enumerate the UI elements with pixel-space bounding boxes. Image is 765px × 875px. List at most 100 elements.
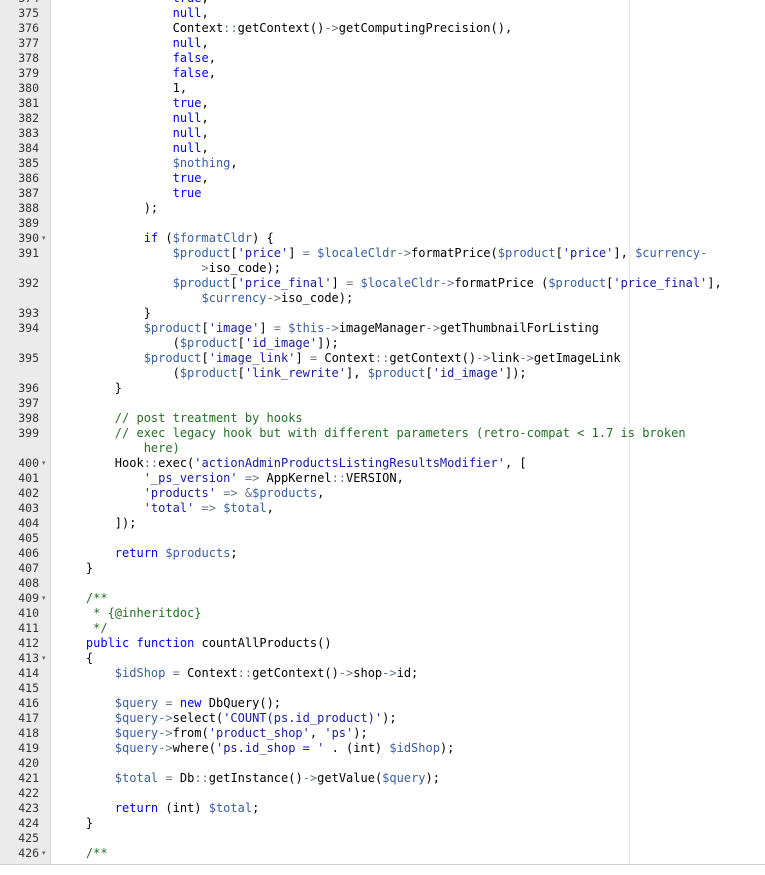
line-number: 375 [18,6,39,20]
code-line[interactable]: 401 '_ps_version' => AppKernel::VERSION, [0,471,765,486]
line-number: 408 [18,576,39,590]
fold-toggle-icon[interactable]: ▾ [42,591,46,606]
code-text: } [57,561,94,575]
line-number: 425 [18,831,39,845]
line-number: 415 [18,681,39,695]
code-line[interactable]: 420 ​ [0,756,765,771]
code-line[interactable]: 379 false, [0,66,765,81]
code-line[interactable]: 409 ▾ /** [0,591,765,606]
code-line[interactable]: 408 ​ [0,576,765,591]
code-line[interactable]: 398 // post treatment by hooks [0,411,765,426]
code-text: /** [57,846,108,860]
horizontal-scrollbar[interactable] [0,864,765,865]
code-text: 1, [57,81,188,95]
code-line[interactable]: 399 // exec legacy hook but with differe… [0,426,765,456]
code-line[interactable]: 380 1, [0,81,765,96]
code-line[interactable]: 387 true [0,186,765,201]
fold-toggle-icon[interactable]: ▾ [42,456,46,471]
code-line[interactable]: 416 $query = new DbQuery(); [0,696,765,711]
code-line[interactable]: 410 * {@inheritdoc} [0,606,765,621]
code-line[interactable]: 412 public function countAllProducts() [0,636,765,651]
code-line[interactable]: 383 null, [0,126,765,141]
code-line[interactable]: 392 $product['price_final'] = $localeCld… [0,276,765,306]
code-line[interactable]: 402 'products' => &$products, [0,486,765,501]
code-line[interactable]: 395 $product['image_link'] = Context::ge… [0,351,765,381]
code-line[interactable]: 396 } [0,381,765,396]
code-line[interactable]: 376 Context::getContext()->getComputingP… [0,21,765,36]
code-line[interactable]: 414 $idShop = Context::getContext()->sho… [0,666,765,681]
code-line[interactable]: 405 ​ [0,531,765,546]
code-line[interactable]: 389 ​ [0,216,765,231]
code-editor[interactable]: 374 true,375 null,376 Context::getContex… [0,0,765,865]
code-line[interactable]: 388 ); [0,201,765,216]
code-text: $product['image'] = $this->imageManager-… [143,321,607,350]
line-number: 409 [18,591,39,605]
code-line[interactable]: 406 return $products; [0,546,765,561]
line-number: 402 [18,486,39,500]
code-line[interactable]: 386 true, [0,171,765,186]
code-text: false, [172,66,216,80]
code-line[interactable]: 407 } [0,561,765,576]
code-line[interactable]: 421 $total = Db::getInstance()->getValue… [0,771,765,786]
code-text: $product['image_link'] = Context::getCon… [143,351,628,380]
line-number: 387 [18,186,39,200]
code-text: ​ [57,576,656,591]
line-number: 386 [18,171,39,185]
code-line[interactable]: 377 null, [0,36,765,51]
code-line[interactable]: 411 */ [0,621,765,636]
code-lines[interactable]: 374 true,375 null,376 Context::getContex… [0,0,765,861]
line-number: 418 [18,726,39,740]
code-text: $query = new DbQuery(); [114,696,282,710]
code-line[interactable]: 381 true, [0,96,765,111]
code-text: 'products' => &$products, [143,486,325,500]
code-line[interactable]: 391 $product['price'] = $localeCldr->for… [0,246,765,276]
code-text: $nothing, [172,156,238,170]
code-line[interactable]: 418 $query->from('product_shop', 'ps'); [0,726,765,741]
code-line[interactable]: 422 ​ [0,786,765,801]
code-line[interactable]: 378 false, [0,51,765,66]
code-line[interactable]: 385 $nothing, [0,156,765,171]
code-text: ]); [57,516,137,530]
fold-toggle-icon[interactable]: ▾ [42,231,46,246]
line-number: 410 [18,606,39,620]
code-line[interactable]: 394 $product['image'] = $this->imageMana… [0,321,765,351]
code-text: true [172,186,202,200]
code-line[interactable]: 397 ​ [0,396,765,411]
line-number: 397 [18,396,39,410]
code-line[interactable]: 423 return (int) $total; [0,801,765,816]
fold-toggle-icon[interactable]: ▾ [42,651,46,666]
code-line[interactable]: 375 null, [0,6,765,21]
code-text: ​ [57,756,656,771]
line-number: 383 [18,126,39,140]
line-number: 403 [18,501,39,515]
code-text: $total = Db::getInstance()->getValue($qu… [114,771,440,785]
code-line[interactable]: 390 ▾ if ($formatCldr) { [0,231,765,246]
code-line[interactable]: 415 ​ [0,681,765,696]
line-number: 385 [18,156,39,170]
code-line[interactable]: 424 } [0,816,765,831]
line-number: 411 [18,621,39,635]
code-text: public function countAllProducts() [85,636,332,650]
code-line[interactable]: 403 'total' => $total, [0,501,765,516]
code-line[interactable]: 404 ]); [0,516,765,531]
line-number: 404 [18,516,39,530]
code-text: // exec legacy hook but with different p… [57,426,693,455]
code-text: */ [57,621,108,635]
code-text: ); [57,201,159,215]
line-number: 426 [18,846,39,860]
code-line[interactable]: 417 $query->select('COUNT(ps.id_product)… [0,711,765,726]
code-text: true, [172,171,209,185]
code-line[interactable]: 382 null, [0,111,765,126]
code-text: if ($formatCldr) { [143,231,274,245]
code-line[interactable]: 413 ▾ { [0,651,765,666]
code-line[interactable]: 393 } [0,306,765,321]
fold-toggle-icon[interactable]: ▾ [42,846,46,861]
line-number: 378 [18,51,39,65]
line-number: 407 [18,561,39,575]
code-text: $idShop = Context::getContext()->shop->i… [114,666,419,680]
code-line[interactable]: 426 ▾ /** [0,846,765,861]
code-line[interactable]: 425 ​ [0,831,765,846]
code-line[interactable]: 400 ▾ Hook::exec('actionAdminProductsList… [0,456,765,471]
code-line[interactable]: 384 null, [0,141,765,156]
code-line[interactable]: 419 $query->where('ps.id_shop = ' . (int… [0,741,765,756]
